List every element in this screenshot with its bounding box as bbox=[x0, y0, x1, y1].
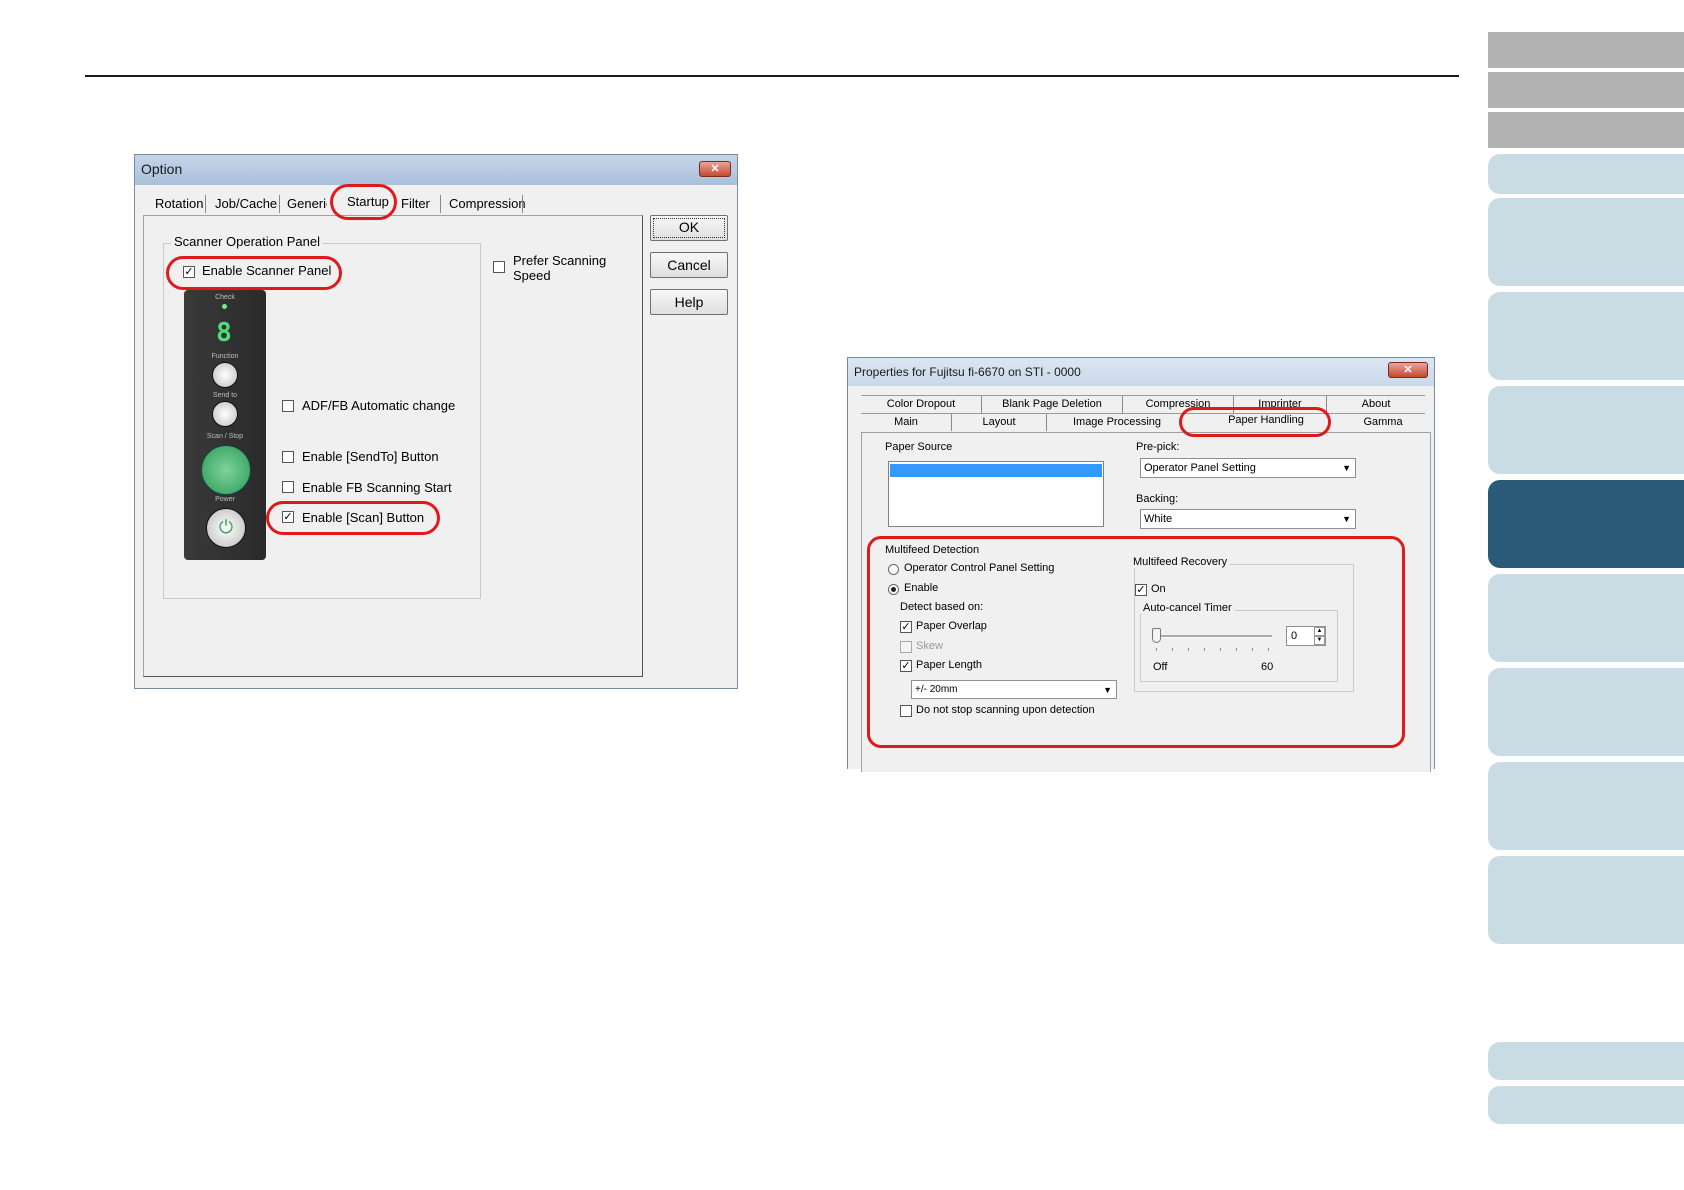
tab-image-processing[interactable]: Image Processing bbox=[1047, 416, 1187, 428]
prefer-scanning-speed-label-2: Speed bbox=[513, 268, 551, 283]
scanner-panel-image: Check 8 Function Send to Scan / Stop Pow… bbox=[184, 290, 266, 560]
enable-fb-start-checkbox[interactable] bbox=[282, 481, 294, 493]
adf-fb-auto-label: ADF/FB Automatic change bbox=[302, 398, 456, 413]
tab-rotation[interactable]: Rotation bbox=[155, 196, 203, 211]
enable-sendto-checkbox[interactable] bbox=[282, 451, 294, 463]
pre-pick-select[interactable]: Operator Panel Setting ▼ bbox=[1140, 458, 1356, 478]
top-rule bbox=[85, 75, 1459, 77]
side-tab-1[interactable] bbox=[1488, 32, 1684, 68]
side-tab-10[interactable] bbox=[1488, 668, 1684, 756]
adf-fb-auto-checkbox[interactable] bbox=[282, 400, 294, 412]
scan-button-icon bbox=[201, 445, 251, 495]
cancel-button[interactable]: Cancel bbox=[650, 252, 728, 278]
enable-fb-start-label: Enable FB Scanning Start bbox=[302, 480, 452, 495]
side-tab-14[interactable] bbox=[1488, 1086, 1684, 1124]
tab-about[interactable]: About bbox=[1327, 398, 1425, 410]
highlight-enable-scan-button bbox=[266, 501, 440, 535]
tab-generic[interactable]: Generic bbox=[287, 196, 327, 211]
close-button[interactable]: ✕ bbox=[699, 161, 731, 177]
tab-job-cache[interactable]: Job/Cache bbox=[215, 196, 277, 211]
side-tab-12[interactable] bbox=[1488, 856, 1684, 944]
side-tab-11[interactable] bbox=[1488, 762, 1684, 850]
tab-row-2: Main Layout Image Processing Paper Handl… bbox=[861, 413, 1425, 431]
send-to-button-icon bbox=[212, 401, 238, 427]
pre-pick-label: Pre-pick: bbox=[1136, 441, 1180, 453]
side-tab-13[interactable] bbox=[1488, 1042, 1684, 1080]
ok-button[interactable]: OK bbox=[650, 215, 728, 241]
tab-filter[interactable]: Filter bbox=[401, 196, 430, 211]
side-tab-6[interactable] bbox=[1488, 292, 1684, 380]
highlight-multifeed-area bbox=[867, 536, 1405, 748]
side-tab-7[interactable] bbox=[1488, 386, 1684, 474]
check-label: Check bbox=[215, 294, 235, 301]
power-icon: ⏻ bbox=[206, 508, 246, 548]
option-title: Option bbox=[141, 161, 183, 177]
side-tab-5[interactable] bbox=[1488, 198, 1684, 286]
help-button[interactable]: Help bbox=[650, 289, 728, 315]
panel-digit: 8 bbox=[216, 318, 232, 348]
highlight-paper-handling-tab bbox=[1179, 407, 1331, 437]
side-tab-9[interactable] bbox=[1488, 574, 1684, 662]
prefer-scanning-speed-checkbox[interactable] bbox=[493, 261, 505, 273]
scanner-operation-panel-title: Scanner Operation Panel bbox=[171, 234, 323, 249]
scan-stop-label: Scan / Stop bbox=[206, 433, 244, 440]
function-label: Function bbox=[211, 353, 239, 360]
check-led-icon bbox=[222, 304, 227, 309]
paper-source-list[interactable] bbox=[888, 461, 1104, 527]
tab-color-dropout[interactable]: Color Dropout bbox=[861, 398, 981, 410]
tab-gamma[interactable]: Gamma bbox=[1341, 416, 1425, 428]
properties-title: Properties for Fujitsu fi-6670 on STI - … bbox=[854, 365, 1081, 379]
paper-source-selected-item[interactable] bbox=[890, 464, 1102, 477]
option-titlebar: Option ✕ bbox=[135, 155, 737, 185]
enable-sendto-label: Enable [SendTo] Button bbox=[302, 449, 439, 464]
tab-separator bbox=[522, 195, 523, 213]
tab-separator bbox=[205, 195, 206, 213]
highlight-startup-tab bbox=[330, 184, 397, 220]
chevron-down-icon: ▼ bbox=[1342, 514, 1351, 524]
backing-select[interactable]: White ▼ bbox=[1140, 509, 1356, 529]
backing-label: Backing: bbox=[1136, 493, 1179, 505]
tab-blank-page-deletion[interactable]: Blank Page Deletion bbox=[982, 398, 1122, 410]
close-icon: ✕ bbox=[1403, 364, 1413, 376]
side-tab-2[interactable] bbox=[1488, 72, 1684, 108]
chevron-down-icon: ▼ bbox=[1342, 463, 1351, 473]
prefer-scanning-speed-label: Prefer Scanning bbox=[513, 253, 607, 268]
close-icon: ✕ bbox=[710, 163, 720, 175]
properties-titlebar: Properties for Fujitsu fi-6670 on STI - … bbox=[848, 358, 1434, 386]
side-tab-8-active[interactable] bbox=[1488, 480, 1684, 568]
tab-layout[interactable]: Layout bbox=[952, 416, 1046, 428]
paper-source-label: Paper Source bbox=[885, 441, 953, 453]
function-button-icon bbox=[212, 362, 238, 388]
tab-row-1: Color Dropout Blank Page Deletion Compre… bbox=[861, 395, 1425, 413]
power-label: Power bbox=[215, 496, 235, 503]
tab-main[interactable]: Main bbox=[861, 416, 951, 428]
tab-separator bbox=[440, 195, 441, 213]
highlight-enable-scanner-panel bbox=[166, 256, 342, 290]
tab-compression[interactable]: Compression bbox=[449, 196, 526, 211]
side-tab-4[interactable] bbox=[1488, 154, 1684, 194]
tab-separator bbox=[279, 195, 280, 213]
properties-close-button[interactable]: ✕ bbox=[1388, 362, 1428, 378]
side-tab-3[interactable] bbox=[1488, 112, 1684, 148]
send-to-label: Send to bbox=[212, 392, 238, 399]
